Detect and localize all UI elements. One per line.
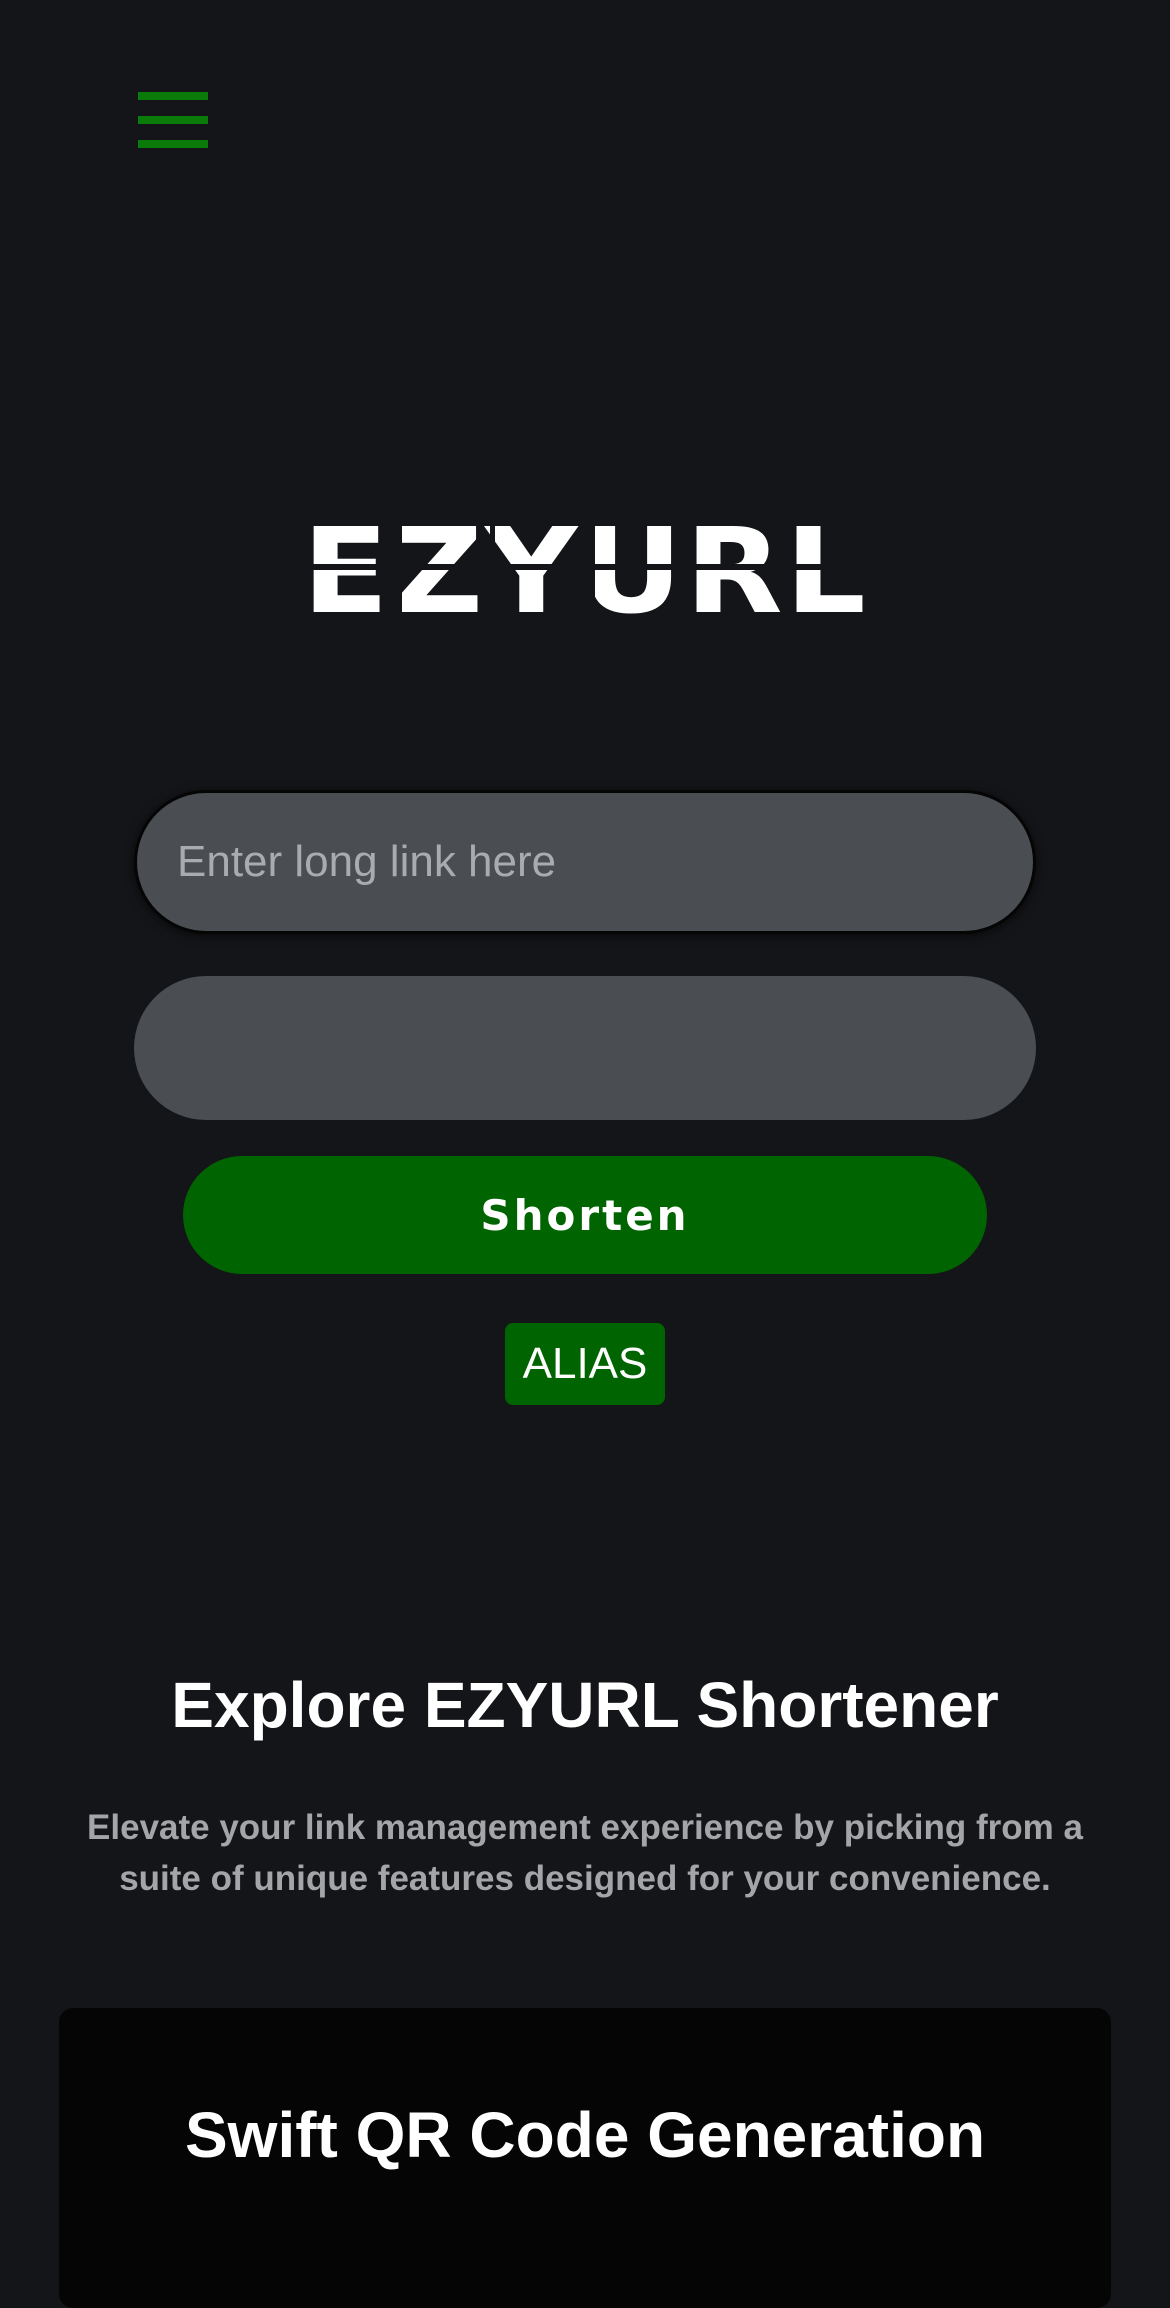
features-title: Explore EZYURL Shortener xyxy=(171,1669,999,1741)
shorten-button[interactable]: Shorten xyxy=(183,1156,987,1274)
alias-button[interactable]: ALIAS xyxy=(505,1323,665,1405)
feature-card-title: Swift QR Code Generation xyxy=(184,2099,986,2171)
feature-card: Swift QR Code Generation xyxy=(59,2008,1111,2308)
ezyurl-logo: EZYURL xyxy=(300,520,870,620)
alias-input[interactable] xyxy=(134,976,1036,1120)
hamburger-menu-icon[interactable] xyxy=(138,92,208,152)
long-link-input[interactable] xyxy=(134,790,1036,934)
features-description: Elevate your link management experience … xyxy=(87,1808,1083,1898)
